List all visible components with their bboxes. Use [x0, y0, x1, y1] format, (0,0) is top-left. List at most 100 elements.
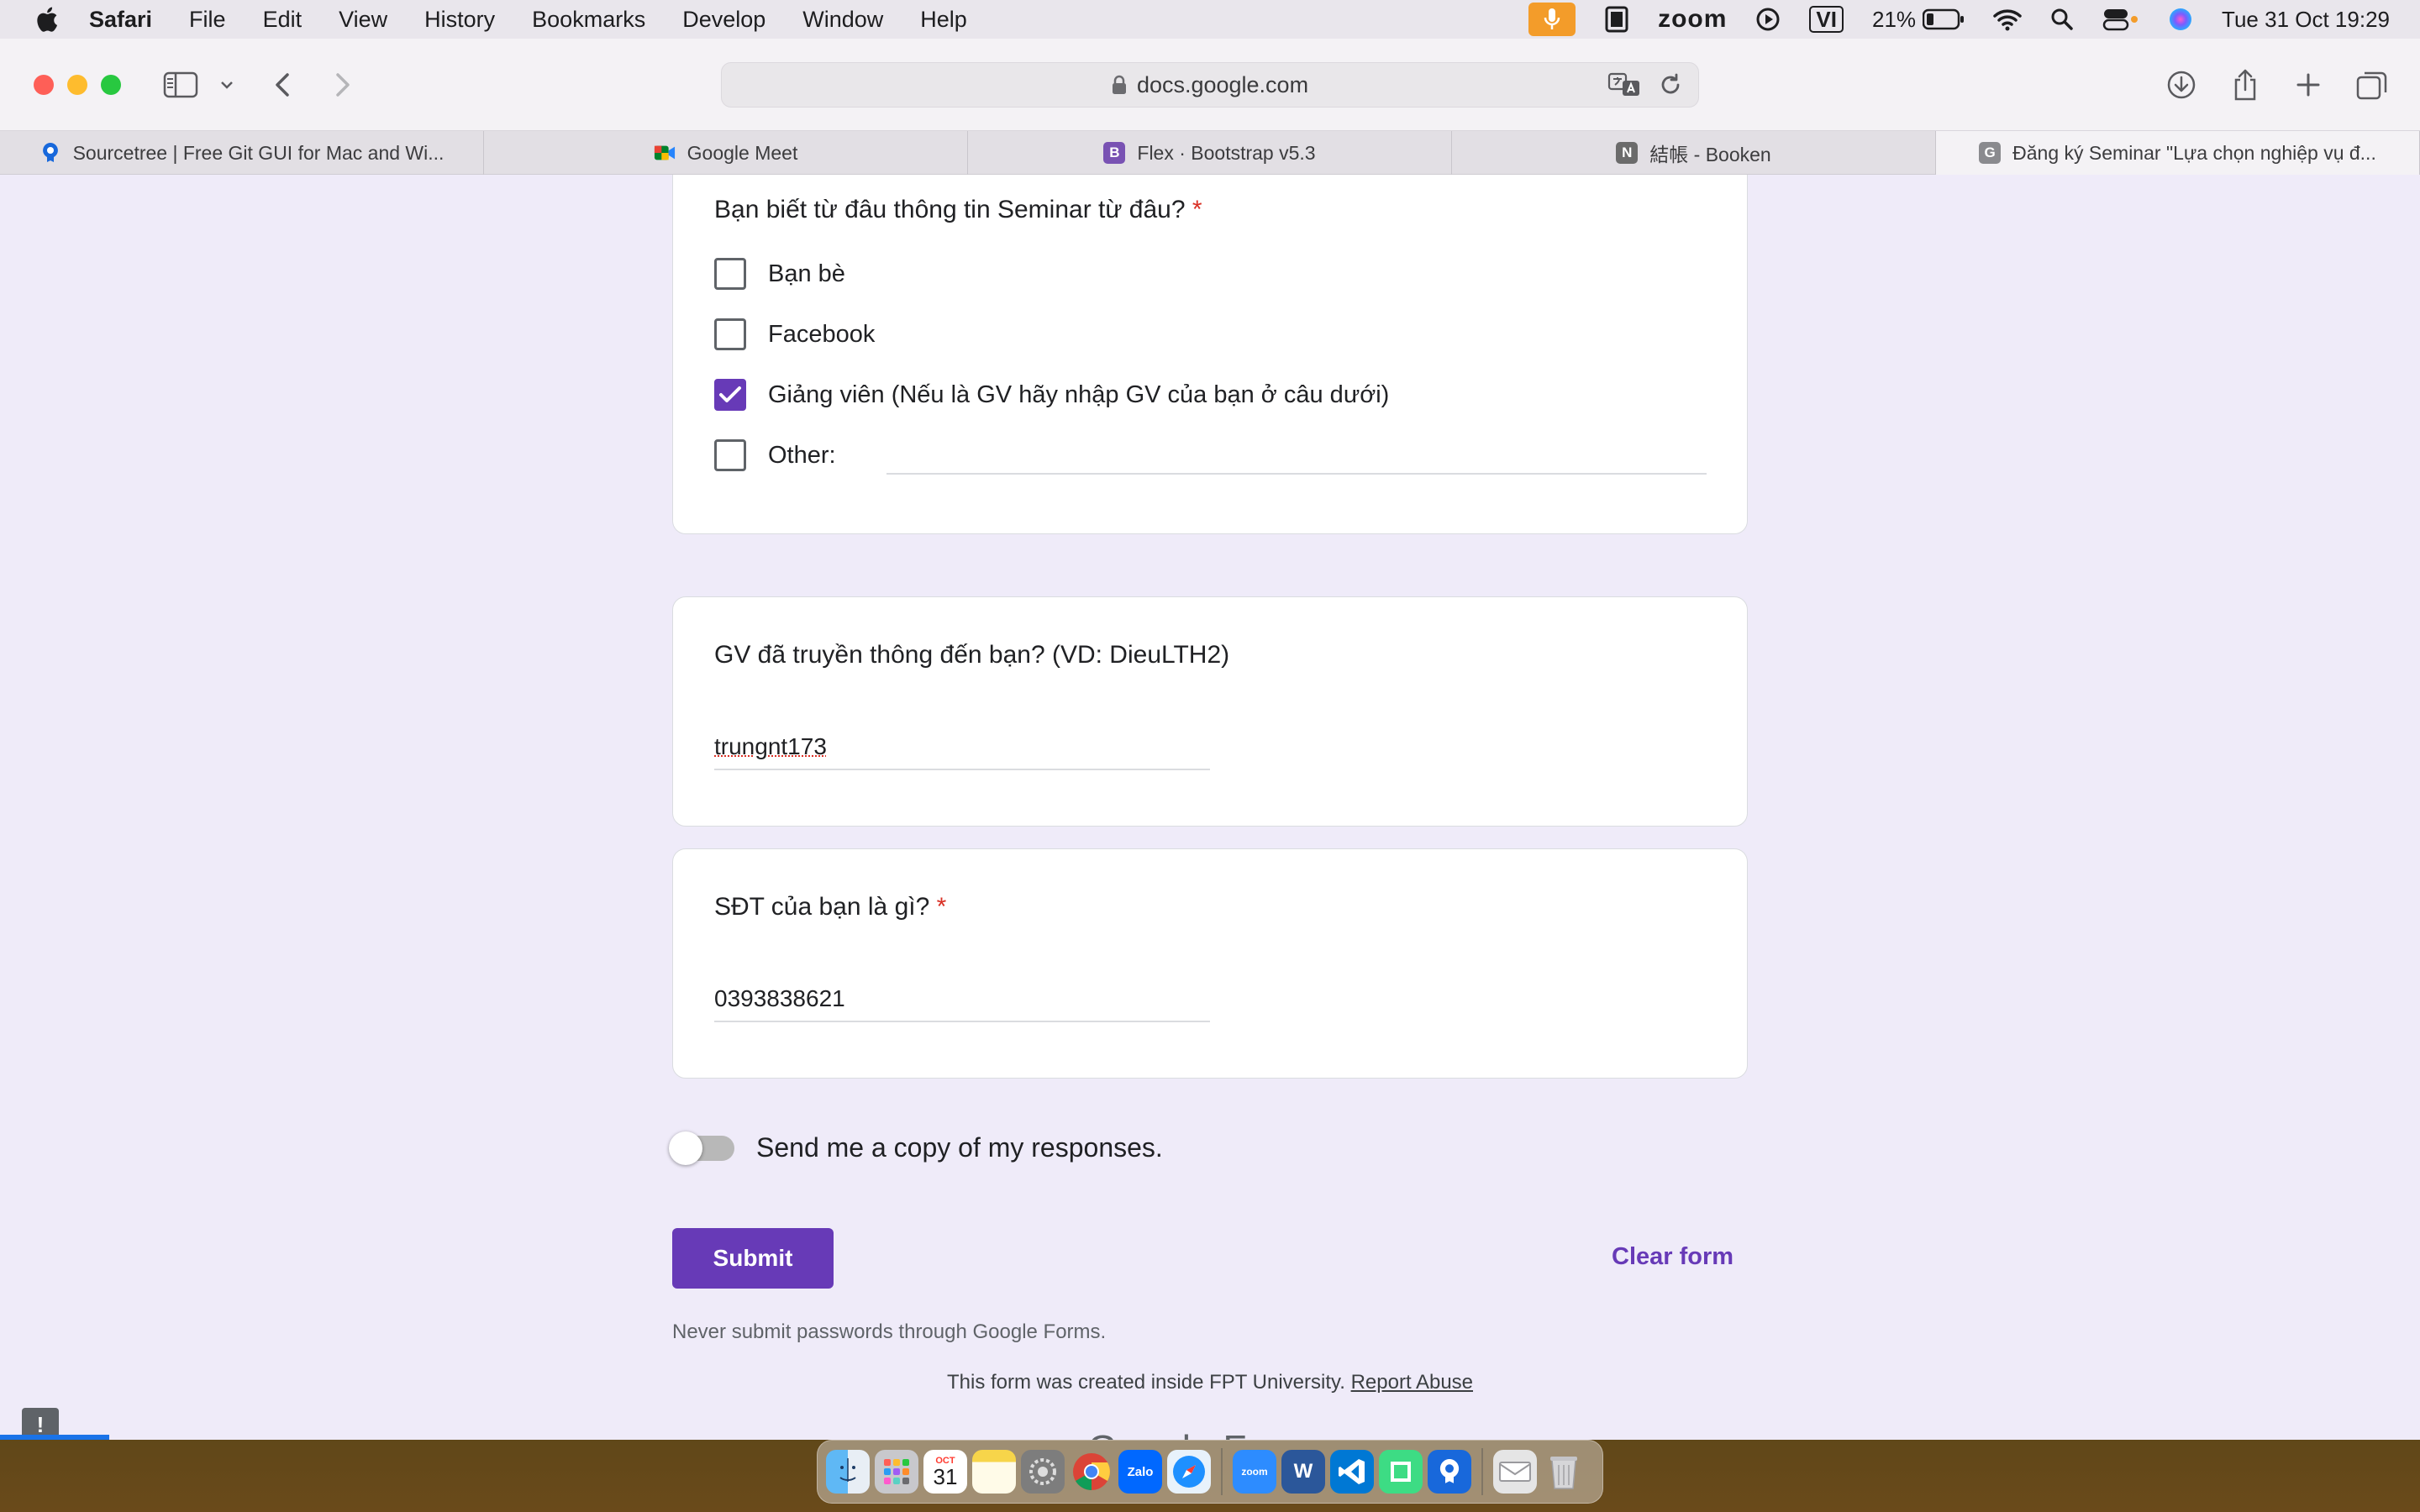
checkbox-option-friends[interactable]: Bạn bè — [714, 258, 845, 290]
spotlight-search-icon[interactable] — [2050, 8, 2074, 31]
page-content: Bạn biết từ đâu thông tin Seminar từ đâu… — [0, 175, 2420, 1440]
battery-icon[interactable] — [1923, 8, 1965, 30]
checkbox[interactable] — [714, 439, 746, 471]
chrome-icon[interactable] — [1070, 1450, 1113, 1494]
checkbox-option-facebook[interactable]: Facebook — [714, 318, 875, 350]
wifi-icon[interactable] — [1993, 8, 2022, 31]
sidebar-toggle-icon[interactable] — [163, 64, 198, 106]
send-copy-row: Send me a copy of my responses. — [669, 1131, 1163, 1165]
required-asterisk: * — [936, 893, 947, 921]
report-abuse-link[interactable]: Report Abuse — [1351, 1371, 1473, 1394]
lecturer-answer-input[interactable]: trungnt173 — [714, 733, 1210, 770]
menu-view[interactable]: View — [339, 7, 387, 33]
siri-icon[interactable] — [2168, 7, 2193, 32]
forward-icon[interactable] — [333, 64, 353, 106]
safari-icon[interactable] — [1167, 1450, 1211, 1494]
tab-bootstrap[interactable]: B Flex · Bootstrap v5.3 — [968, 131, 1452, 175]
tab-seminar-form[interactable]: G Đăng ký Seminar "Lựa chọn nghiệp vụ đ.… — [1936, 131, 2420, 175]
back-icon[interactable] — [272, 64, 292, 106]
clock[interactable]: Tue 31 Oct 19:29 — [2222, 7, 2390, 33]
launchpad-icon[interactable] — [875, 1450, 918, 1494]
mail-folder-icon[interactable] — [1493, 1450, 1537, 1494]
trash-icon[interactable] — [1542, 1450, 1586, 1494]
checkbox-checked[interactable] — [714, 379, 746, 411]
menu-window[interactable]: Window — [802, 7, 883, 33]
question-title: SĐT của bạn là gì? * — [714, 893, 947, 921]
option-label: Other: — [768, 441, 836, 469]
calendar-icon[interactable]: OCT 31 — [923, 1450, 967, 1494]
notes-icon[interactable] — [972, 1450, 1016, 1494]
lock-icon — [1112, 75, 1126, 94]
question-card-source: Bạn biết từ đâu thông tin Seminar từ đâu… — [672, 175, 1748, 534]
required-asterisk: * — [1192, 196, 1202, 223]
answer-text: 0393838621 — [714, 985, 845, 1011]
checkmark-icon — [719, 386, 741, 402]
checkbox-option-other[interactable]: Other: — [714, 439, 836, 471]
address-bar[interactable]: docs.google.com — [721, 62, 1699, 108]
question-title: GV đã truyền thông đến bạn? (VD: DieuLTH… — [714, 641, 1230, 669]
translate-icon[interactable] — [1607, 71, 1641, 98]
sourcetree-icon — [39, 142, 61, 164]
microphone-icon[interactable] — [1528, 3, 1576, 36]
password-warning: Never submit passwords through Google Fo… — [672, 1320, 1107, 1343]
new-tab-icon[interactable] — [2296, 64, 2321, 106]
google-icon: G — [1979, 142, 2002, 164]
control-center-icon[interactable] — [2102, 8, 2139, 31]
status-area: zoom VI 21% Tue 31 Oct 19:29 — [1500, 0, 2390, 39]
checkbox-option-lecturer[interactable]: Giảng viên (Nếu là GV hãy nhập GV của bạ… — [714, 379, 1389, 411]
answer-text: trungnt173 — [714, 733, 827, 759]
finder-icon[interactable] — [826, 1450, 870, 1494]
question-card-phone: SĐT của bạn là gì? * 0393838621 — [672, 848, 1748, 1079]
menu-bookmarks[interactable]: Bookmarks — [532, 7, 645, 33]
system-settings-icon[interactable] — [1021, 1450, 1065, 1494]
question-title: Bạn biết từ đâu thông tin Seminar từ đâu… — [714, 196, 1202, 223]
menu-develop[interactable]: Develop — [682, 7, 765, 33]
tab-booken[interactable]: N 結帳 - Booken — [1452, 131, 1936, 175]
notion-icon: N — [1616, 142, 1639, 164]
chevron-down-icon[interactable] — [220, 64, 234, 106]
word-icon[interactable]: W — [1281, 1450, 1325, 1494]
menu-edit[interactable]: Edit — [263, 7, 302, 33]
browser-toolbar: docs.google.com — [0, 39, 2420, 131]
zoom-menu-icon[interactable]: zoom — [1658, 5, 1727, 34]
option-label: Facebook — [768, 320, 876, 348]
battery-percent: 21% — [1872, 6, 1917, 32]
menu-file[interactable]: File — [189, 7, 226, 33]
google-forms-logo[interactable]: Google Forms — [0, 1426, 2420, 1440]
tab-label: Flex · Bootstrap v5.3 — [1137, 141, 1316, 164]
zalo-icon[interactable]: Zalo — [1118, 1450, 1162, 1494]
close-window-button[interactable] — [34, 75, 54, 95]
screen-recording-icon[interactable] — [1604, 6, 1629, 33]
option-label: Giảng viên (Nếu là GV hãy nhập GV của bạ… — [768, 381, 1390, 408]
checkbox[interactable] — [714, 318, 746, 350]
checkbox[interactable] — [714, 258, 746, 290]
tab-overview-icon[interactable] — [2356, 64, 2388, 106]
menu-app-safari[interactable]: Safari — [89, 7, 152, 33]
vscode-icon[interactable] — [1330, 1450, 1374, 1494]
meet-icon — [654, 142, 676, 164]
android-studio-icon[interactable] — [1379, 1450, 1423, 1494]
tab-google-meet[interactable]: Google Meet — [484, 131, 968, 175]
menu-help[interactable]: Help — [920, 7, 967, 33]
option-label: Bạn bè — [768, 260, 845, 287]
calendar-day: 31 — [933, 1464, 958, 1489]
phone-answer-input[interactable]: 0393838621 — [714, 985, 1210, 1022]
minimize-window-button[interactable] — [67, 75, 87, 95]
address-text[interactable]: docs.google.com — [1137, 72, 1308, 98]
zoom-icon[interactable]: zoom — [1233, 1450, 1276, 1494]
send-copy-toggle[interactable] — [669, 1131, 734, 1165]
downloads-icon[interactable] — [2166, 64, 2196, 106]
apple-logo-icon[interactable] — [34, 5, 59, 34]
share-icon[interactable] — [2232, 64, 2259, 106]
menu-history[interactable]: History — [424, 7, 495, 33]
other-text-input[interactable] — [886, 473, 1707, 475]
clear-form-button[interactable]: Clear form — [1612, 1243, 1733, 1271]
sourcetree-icon[interactable] — [1428, 1450, 1471, 1494]
tab-sourcetree[interactable]: Sourcetree | Free Git GUI for Mac and Wi… — [0, 131, 484, 175]
fullscreen-window-button[interactable] — [101, 75, 121, 95]
page-load-progress — [0, 1435, 109, 1440]
play-icon[interactable] — [1755, 7, 1781, 32]
submit-button[interactable]: Submit — [672, 1228, 834, 1289]
reload-icon[interactable] — [1658, 71, 1683, 98]
input-source-badge[interactable]: VI — [1809, 6, 1844, 33]
